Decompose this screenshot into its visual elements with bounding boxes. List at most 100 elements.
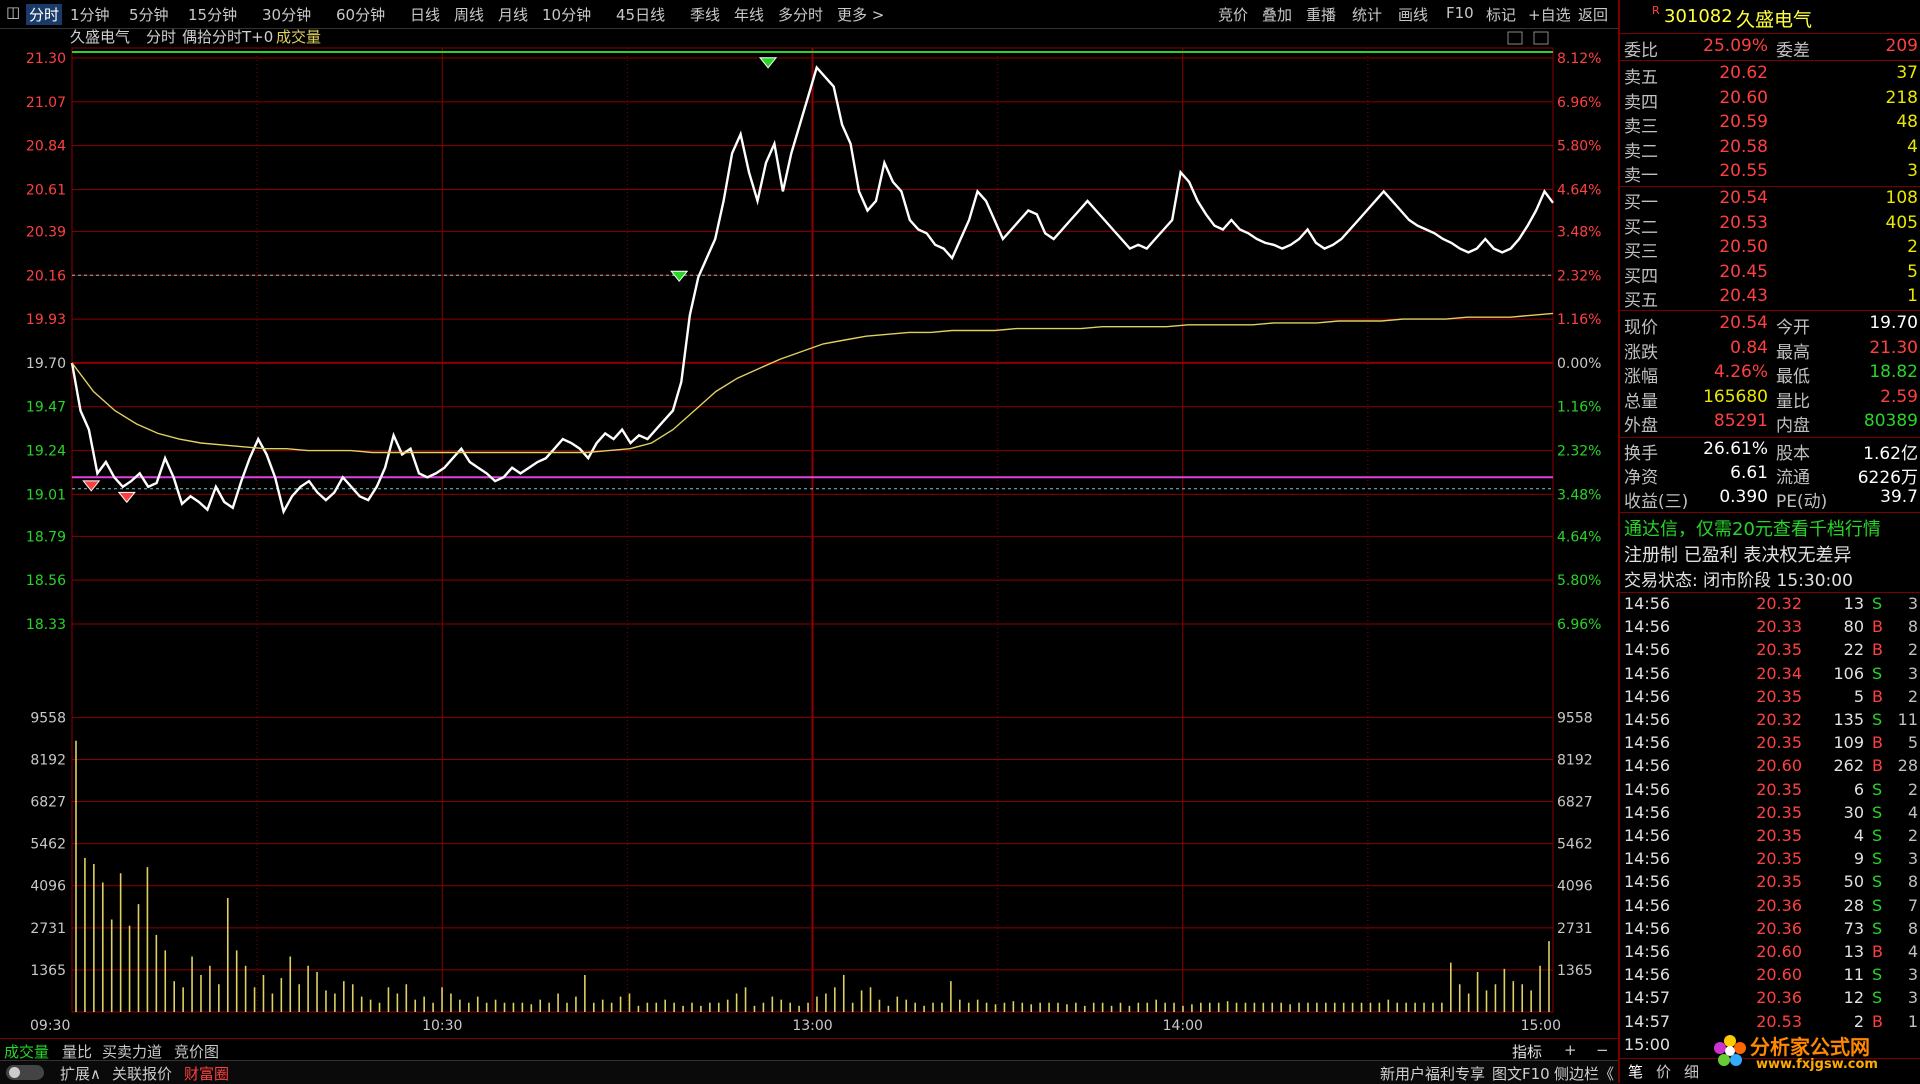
period-tab-6[interactable]: 日线 xyxy=(410,4,440,25)
period-tab-2[interactable]: 5分钟 xyxy=(129,4,169,25)
red-low-marker-2 xyxy=(117,491,136,504)
tick-row: 14:56 20.36 28 S 7 xyxy=(1624,896,1920,919)
period-tab-14[interactable]: 更多 > xyxy=(837,4,884,25)
tick-row: 14:56 20.60 11 S 3 xyxy=(1624,965,1920,988)
y-tick-right: 6.96% xyxy=(1557,617,1601,633)
tool-button-2[interactable]: 重播 xyxy=(1306,4,1336,25)
tick-time: 14:56 xyxy=(1624,779,1671,799)
ask-row[interactable]: 卖四 20.60 218 xyxy=(1624,87,1918,113)
y-tick-right: 2.32% xyxy=(1557,444,1601,460)
ext-tab-0[interactable]: 扩展∧ xyxy=(60,1063,101,1084)
tab-detail[interactable]: 细 xyxy=(1684,1061,1699,1082)
tick-time: 14:56 xyxy=(1624,710,1671,729)
window-menu-icon[interactable]: ◫ xyxy=(6,3,20,21)
bottom-tab-1[interactable]: 量比 xyxy=(62,1041,92,1062)
period-tab-1[interactable]: 1分钟 xyxy=(70,4,110,25)
fund-row: 净资 6.61 流通 6226万 xyxy=(1624,463,1918,488)
tool-button-7[interactable]: +自选 xyxy=(1528,4,1571,25)
ask-row[interactable]: 卖五 20.62 37 xyxy=(1624,63,1918,88)
bid-row[interactable]: 买二 20.53 405 xyxy=(1624,213,1918,238)
ask-volume: 37 xyxy=(1896,63,1918,83)
ask-row[interactable]: 卖二 20.58 4 xyxy=(1624,137,1918,162)
y-tick-left: 19.01 xyxy=(26,487,66,503)
tick-row: 14:56 20.35 22 B 2 xyxy=(1624,640,1920,663)
period-tab-3[interactable]: 15分钟 xyxy=(188,4,237,25)
tick-count: 28 xyxy=(1897,756,1918,776)
period-tab-0[interactable]: 分时 xyxy=(26,4,63,25)
ask-row[interactable]: 卖三 20.59 48 xyxy=(1624,112,1918,137)
vol-tick-left: 8192 xyxy=(30,752,66,768)
tick-volume: 13 xyxy=(1843,942,1864,961)
x-tick: 09:30 xyxy=(30,1018,70,1034)
bottom-tab-0[interactable]: 成交量 xyxy=(4,1041,49,1062)
tick-direction: S xyxy=(1872,826,1883,845)
stock-code: 301082 xyxy=(1664,6,1733,27)
stat-row-label: 总量 xyxy=(1624,391,1658,412)
ask-price: 20.60 xyxy=(1719,87,1768,108)
ask-row[interactable]: 卖一 20.55 3 xyxy=(1624,161,1918,186)
tool-button-0[interactable]: 竞价 xyxy=(1218,4,1248,25)
tool-button-5[interactable]: F10 xyxy=(1446,4,1474,22)
stat-row-label: 涨跌 xyxy=(1624,342,1658,363)
toggle-switch[interactable] xyxy=(6,1065,44,1080)
tick-count: 3 xyxy=(1907,594,1918,613)
right-item-2[interactable]: 侧边栏《 xyxy=(1554,1063,1614,1084)
ask-volume: 218 xyxy=(1885,87,1918,108)
bid-row[interactable]: 买五 20.43 1 xyxy=(1624,286,1918,311)
period-tab-11[interactable]: 季线 xyxy=(690,4,720,25)
tool-button-6[interactable]: 标记 xyxy=(1486,4,1516,25)
period-tab-4[interactable]: 30分钟 xyxy=(262,4,311,25)
vol-tick-left: 2731 xyxy=(30,921,66,937)
stat-row-label: 涨幅 xyxy=(1624,367,1658,387)
tick-count: 8 xyxy=(1907,872,1918,892)
right-item-1[interactable]: 图文F10 xyxy=(1492,1063,1550,1084)
tool-button-8[interactable]: 返回 xyxy=(1578,4,1608,25)
bottom-tab-2[interactable]: 买卖力道 xyxy=(102,1041,162,1062)
tool-button-4[interactable]: 画线 xyxy=(1398,4,1428,25)
bid-row[interactable]: 买一 20.54 108 xyxy=(1624,188,1918,213)
zoom-in-icon[interactable] xyxy=(1507,31,1523,45)
tick-price: 20.60 xyxy=(1756,942,1802,961)
vol-tick-right: 9558 xyxy=(1557,710,1593,726)
bid-volume: 108 xyxy=(1885,188,1918,208)
promo-link[interactable]: 通达信，仅需20元查看千档行情 xyxy=(1624,515,1918,540)
ext-tab-2[interactable]: 财富圈 xyxy=(184,1063,229,1084)
indicator-tab-bar: 成交量 量比 买卖力道 竞价图 指标 + − xyxy=(0,1038,1618,1061)
tick-direction: B xyxy=(1872,756,1883,776)
expand-icon[interactable] xyxy=(1533,31,1549,45)
period-tab-7[interactable]: 周线 xyxy=(454,4,484,25)
tick-direction: S xyxy=(1872,988,1883,1008)
weibi-value: 25.09% xyxy=(1703,36,1768,56)
tick-time: 14:56 xyxy=(1624,756,1671,776)
right-item-0[interactable]: 新用户福利专享 xyxy=(1380,1063,1485,1084)
tick-time: 14:56 xyxy=(1624,872,1671,892)
chart-indicator[interactable]: 偶拾分时T+0 xyxy=(182,28,273,46)
tick-direction: B xyxy=(1872,1011,1883,1031)
remove-pane-button[interactable]: − xyxy=(1596,1041,1609,1059)
tool-button-3[interactable]: 统计 xyxy=(1352,4,1382,25)
period-tab-5[interactable]: 60分钟 xyxy=(336,4,385,25)
period-tab-10[interactable]: 45日线 xyxy=(616,4,665,25)
indicator-button[interactable]: 指标 xyxy=(1512,1041,1542,1062)
tick-time: 14:57 xyxy=(1624,988,1671,1008)
bid-volume: 1 xyxy=(1907,286,1918,306)
tab-price[interactable]: 价 xyxy=(1656,1061,1671,1082)
y-tick-right: 1.16% xyxy=(1557,312,1601,328)
tab-trades[interactable]: 笔 xyxy=(1628,1061,1643,1082)
bid-row[interactable]: 买四 20.45 5 xyxy=(1624,261,1918,287)
period-tab-13[interactable]: 多分时 xyxy=(778,4,823,25)
tool-button-1[interactable]: 叠加 xyxy=(1262,4,1292,25)
bottom-tab-3[interactable]: 竞价图 xyxy=(174,1041,219,1062)
tick-volume: 6 xyxy=(1853,779,1864,799)
bid-price: 20.45 xyxy=(1719,261,1768,282)
tick-volume: 135 xyxy=(1833,710,1864,729)
period-tab-12[interactable]: 年线 xyxy=(734,4,764,25)
bid-label: 买四 xyxy=(1624,266,1658,287)
add-pane-button[interactable]: + xyxy=(1564,1041,1577,1059)
weibi-row: 委比 25.09% 委差 209 xyxy=(1624,36,1918,61)
period-tab-8[interactable]: 月线 xyxy=(498,4,528,25)
ext-tab-1[interactable]: 关联报价 xyxy=(112,1063,172,1084)
period-tab-9[interactable]: 10分钟 xyxy=(542,4,591,25)
tick-volume: 262 xyxy=(1833,756,1864,776)
bid-row[interactable]: 买三 20.50 2 xyxy=(1624,237,1918,262)
